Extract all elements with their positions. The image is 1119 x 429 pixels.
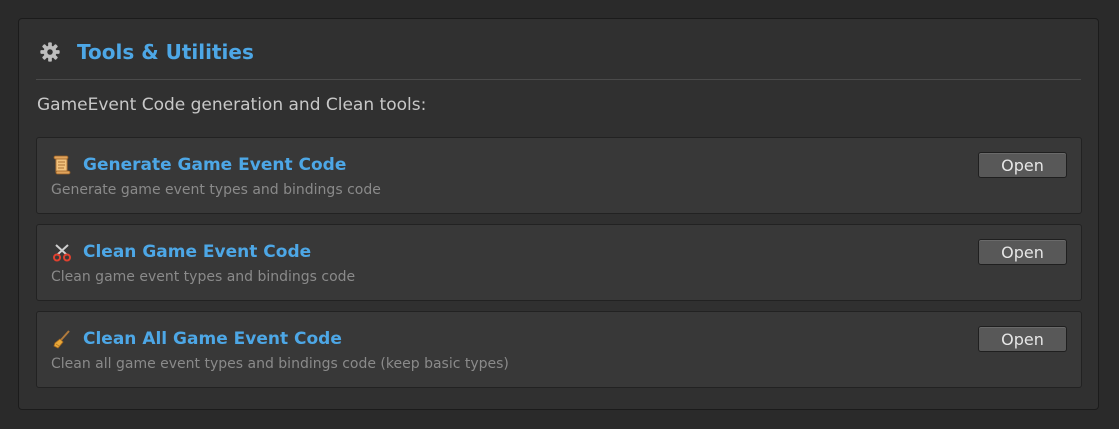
header-divider: [36, 79, 1081, 80]
tool-card-clean-all: Clean All Game Event Code Clean all game…: [36, 311, 1082, 388]
tool-header: Clean All Game Event Code: [51, 327, 342, 351]
scroll-icon: [51, 154, 73, 176]
panel-description: GameEvent Code generation and Clean tool…: [37, 95, 427, 115]
panel-header: Tools & Utilities: [37, 37, 254, 67]
scissors-icon: [51, 241, 73, 263]
open-generate-button[interactable]: Open: [978, 152, 1067, 178]
tool-subtitle: Clean game event types and bindings code: [51, 269, 356, 285]
tool-name: Generate Game Event Code: [83, 155, 347, 175]
open-clean-all-button[interactable]: Open: [978, 326, 1067, 352]
tool-header: Generate Game Event Code: [51, 153, 346, 177]
tool-subtitle: Generate game event types and bindings c…: [51, 182, 381, 198]
open-clean-button[interactable]: Open: [978, 239, 1067, 265]
tool-header: Clean Game Event Code: [51, 240, 311, 264]
tool-card-generate: Generate Game Event Code Generate game e…: [36, 137, 1082, 214]
gear-icon: [39, 41, 61, 63]
tool-name: Clean Game Event Code: [83, 242, 312, 262]
tools-utilities-panel: Tools & Utilities GameEvent Code generat…: [18, 18, 1099, 410]
tool-subtitle: Clean all game event types and bindings …: [51, 356, 509, 372]
panel-title: Tools & Utilities: [77, 40, 254, 64]
broom-icon: [51, 328, 73, 350]
tool-card-clean: Clean Game Event Code Clean game event t…: [36, 224, 1082, 301]
tool-name: Clean All Game Event Code: [83, 329, 342, 349]
